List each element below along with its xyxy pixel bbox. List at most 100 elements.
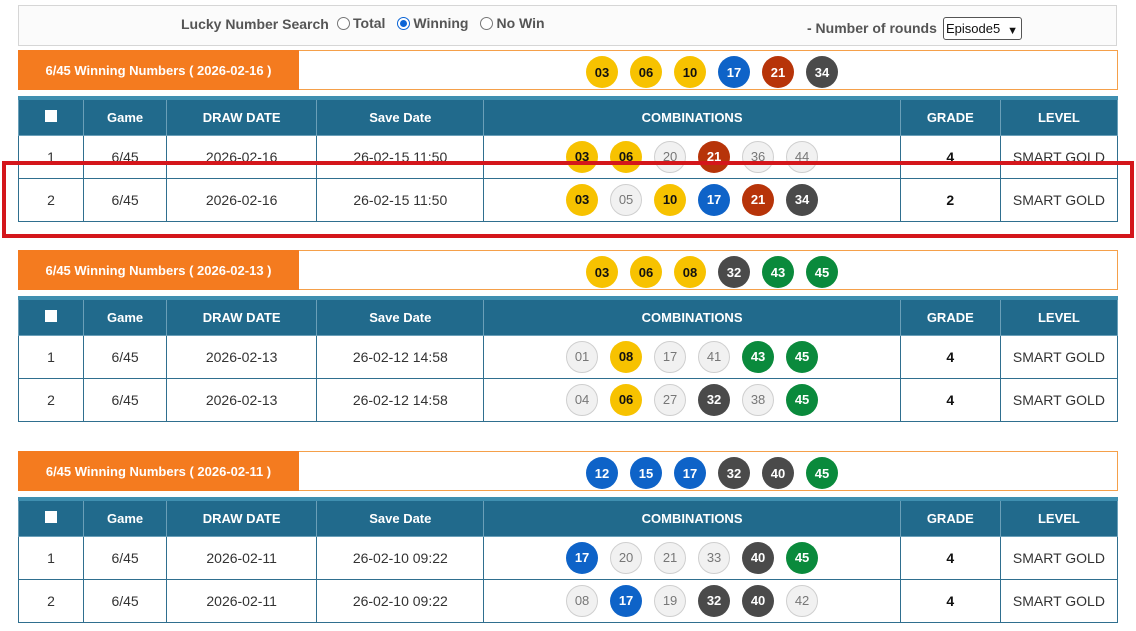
- table-row: 2 6/45 2026-02-13 26-02-12 14:58 04 06 27 32 38 4…: [17, 377, 1119, 422]
- winning-ball: 34: [806, 56, 838, 88]
- game-cell: 6/45: [83, 134, 168, 179]
- winning-balls: 12 15 17 32 40 45: [586, 457, 838, 489]
- table-header-row: Game DRAW DATE Save Date COMBINATIONS GRADE L…: [17, 497, 1119, 537]
- combination-balls: 03 05 10 17 21 34: [484, 183, 899, 216]
- combination-cell: 04 06 27 32 38 45: [483, 377, 901, 422]
- column-header: LEVEL: [999, 497, 1119, 537]
- number-ball: 27: [654, 383, 687, 416]
- number-ball: 20: [654, 140, 687, 173]
- number-ball: 08: [610, 340, 643, 373]
- select-all-checkbox[interactable]: [45, 109, 58, 122]
- number-ball: 42: [786, 584, 819, 617]
- winning-numbers-bar: 6/45 Winning Numbers ( 2026-02-11 ) 12 15 1…: [18, 451, 1118, 491]
- number-ball: 03: [566, 140, 599, 173]
- radio-no-win-label: No Win: [496, 15, 545, 31]
- number-ball: 36: [742, 140, 775, 173]
- rounds-label: - Number of rounds: [807, 20, 937, 36]
- game-cell: 6/45: [83, 177, 168, 222]
- game-cell: 6/45: [83, 535, 168, 580]
- grade-cell: 4: [899, 377, 1001, 422]
- level-cell: SMART GOLD: [999, 535, 1119, 580]
- table-row: 1 6/45 2026-02-16 26-02-15 11:50 03 06 20 21 36 4…: [17, 134, 1119, 179]
- radio-total-dot[interactable]: [337, 16, 350, 30]
- select-all-header: [17, 497, 85, 537]
- radio-no-win-dot[interactable]: [480, 16, 494, 30]
- number-ball: 32: [698, 383, 731, 416]
- combination-cell: 08 17 19 32 40 42: [483, 578, 901, 623]
- grade-cell: 4: [899, 578, 1001, 623]
- number-ball: 17: [654, 340, 687, 373]
- combination-cell: 17 20 21 33 40 45: [483, 535, 901, 580]
- level-cell: SMART GOLD: [999, 134, 1119, 179]
- number-ball: 21: [654, 541, 687, 574]
- search-filter-radios: Total Winning No Win: [337, 15, 545, 31]
- column-header: GRADE: [899, 96, 1001, 136]
- number-ball: 45: [786, 383, 819, 416]
- number-ball: 45: [786, 541, 819, 574]
- select-all-checkbox[interactable]: [45, 510, 58, 523]
- winning-ball: 45: [806, 457, 838, 489]
- number-ball: 41: [698, 340, 731, 373]
- winning-ball: 06: [630, 56, 662, 88]
- number-ball: 17: [610, 584, 643, 617]
- chevron-down-icon: ▼: [1007, 25, 1018, 37]
- radio-no-win[interactable]: No Win: [480, 15, 545, 31]
- draw-date-cell: 2026-02-16: [166, 177, 318, 222]
- game-cell: 6/45: [83, 377, 168, 422]
- number-ball: 05: [610, 183, 643, 216]
- draw-date-cell: 2026-02-13: [166, 377, 318, 422]
- save-date-cell: 26-02-10 09:22: [316, 578, 485, 623]
- table-row: 1 6/45 2026-02-13 26-02-12 14:58 01 08 17 41 43 4…: [17, 334, 1119, 379]
- combination-balls: 03 06 20 21 36 44: [484, 140, 899, 173]
- combinations-table: Game DRAW DATE Save Date COMBINATIONS GRADE L…: [17, 497, 1119, 623]
- combinations-table: Game DRAW DATE Save Date COMBINATIONS GRADE L…: [17, 296, 1119, 422]
- draw-section: 6/45 Winning Numbers ( 2026-02-11 ) 12 15 1…: [17, 451, 1119, 623]
- game-cell: 6/45: [83, 334, 168, 379]
- column-header: Save Date: [316, 96, 485, 136]
- column-header: COMBINATIONS: [483, 497, 901, 537]
- rounds-select[interactable]: Episode5 ▼: [943, 17, 1022, 40]
- column-header: Save Date: [316, 296, 485, 336]
- combination-balls: 01 08 17 41 43 45: [484, 340, 899, 373]
- level-cell: SMART GOLD: [999, 334, 1119, 379]
- combinations-table: Game DRAW DATE Save Date COMBINATIONS GRADE L…: [17, 96, 1119, 222]
- number-ball: 45: [786, 340, 819, 373]
- draw-date-cell: 2026-02-11: [166, 578, 318, 623]
- radio-winning[interactable]: Winning: [397, 15, 468, 31]
- number-ball: 06: [610, 383, 643, 416]
- rounds-select-value: Episode5: [946, 21, 1001, 36]
- search-label: Lucky Number Search: [181, 16, 329, 32]
- winning-numbers-title: 6/45 Winning Numbers ( 2026-02-16 ): [18, 50, 299, 90]
- lucky-number-search-bar: Lucky Number Search Total Winning No Win…: [18, 5, 1117, 46]
- select-all-header: [17, 96, 85, 136]
- combination-balls: 04 06 27 32 38 45: [484, 383, 899, 416]
- number-ball: 40: [742, 541, 775, 574]
- select-all-checkbox[interactable]: [45, 309, 58, 322]
- row-number: 1: [17, 334, 85, 379]
- radio-total[interactable]: Total: [337, 15, 385, 31]
- save-date-cell: 26-02-10 09:22: [316, 535, 485, 580]
- winning-ball: 43: [762, 256, 794, 288]
- winning-ball: 03: [586, 56, 618, 88]
- winning-ball: 15: [630, 457, 662, 489]
- number-ball: 21: [742, 183, 775, 216]
- number-ball: 04: [566, 383, 599, 416]
- column-header: Game: [83, 497, 168, 537]
- radio-total-label: Total: [353, 15, 386, 31]
- column-header: Save Date: [316, 497, 485, 537]
- number-ball: 44: [786, 140, 819, 173]
- combination-balls: 17 20 21 33 40 45: [484, 541, 899, 574]
- radio-winning-dot[interactable]: [397, 16, 411, 30]
- column-header: Game: [83, 96, 168, 136]
- row-number: 1: [17, 535, 85, 580]
- number-ball: 32: [698, 584, 731, 617]
- number-ball: 01: [566, 340, 599, 373]
- row-number: 2: [17, 578, 85, 623]
- winning-numbers-title: 6/45 Winning Numbers ( 2026-02-13 ): [18, 250, 299, 290]
- table-header-row: Game DRAW DATE Save Date COMBINATIONS GRADE L…: [17, 96, 1119, 136]
- winning-numbers-bar: 6/45 Winning Numbers ( 2026-02-16 ) 03 06 1…: [18, 50, 1118, 90]
- row-number: 2: [17, 177, 85, 222]
- number-ball: 06: [610, 140, 643, 173]
- winning-numbers-title: 6/45 Winning Numbers ( 2026-02-11 ): [18, 451, 299, 491]
- draw-section: 6/45 Winning Numbers ( 2026-02-13 ) 03 06 0…: [17, 250, 1119, 422]
